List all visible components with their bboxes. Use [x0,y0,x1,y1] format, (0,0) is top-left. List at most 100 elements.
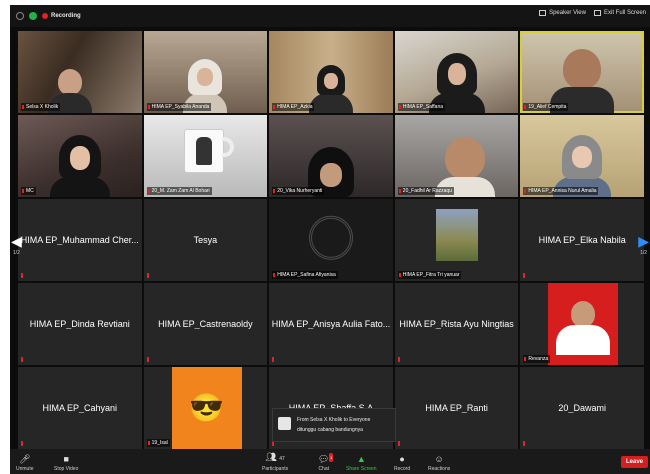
participant-tile[interactable]: HIMA EP_Muhammad Cher... [18,199,142,281]
share-screen-label: Share Screen [346,466,377,472]
exit-fullscreen-label: Exit Full Screen [603,10,646,16]
participant-name: HIMA EP_Fitra Tri yanuar [397,271,462,279]
grid-icon [539,10,547,16]
zoom-window: Recording Speaker View Exit Full Screen … [10,5,650,474]
participant-name: HIMA EP_Azkia [272,103,315,111]
muted-mic-icon [21,357,23,362]
participant-tile[interactable]: HIMA EP_Ranti [394,367,519,449]
participant-name-display: HIMA EP_Ranti [425,403,488,413]
participant-name: HIMA EP_Syabila Ananda [146,103,212,111]
participant-video [49,135,110,197]
chat-message: ditunggu cabang bandungnya [297,427,363,433]
participant-tile[interactable]: HIMA EP_Fitra Tri yanuar [394,199,519,281]
participant-tile[interactable]: HIMA EP_Anisya Aulia Fato... [269,283,393,365]
participant-tile[interactable]: HIMA EP_Rista Ayu Ningtias [394,283,519,365]
chat-label: Chat [318,466,329,472]
participant-name-display: HIMA EP_Dinda Revtiani [29,319,130,329]
participant-name: Revanza [523,355,551,363]
share-screen-icon: ▲ [356,454,366,464]
muted-mic-icon [523,441,526,446]
participants-button[interactable]: 👥︎ 47 Participants [262,453,289,473]
participant-tile[interactable]: HIMA EP_Cahyani [18,367,142,449]
stop-video-button[interactable]: ■ Stop Video [54,455,78,473]
muted-mic-icon [21,441,23,446]
participant-name: HIMA EP_Safina Afiyanisa [272,271,338,279]
security-shield-icon[interactable] [29,12,37,20]
participant-name: 19_Alief Cempita [523,103,569,111]
profile-picture: 😎 [171,367,242,449]
profile-picture [435,209,478,261]
participant-tile[interactable]: HIMA EP_Annisa Nurul Amalia [520,115,644,197]
exit-fullscreen-icon [593,10,601,16]
mic-muted-icon: 🎤︎ [19,454,31,464]
muted-mic-icon [397,357,400,362]
participant-tile[interactable]: HIMA EP_Dinda Revtiani [18,283,142,365]
muted-mic-icon [397,441,400,446]
previous-page-button[interactable]: ◀ 1/2 [11,233,22,256]
participant-tile[interactable]: 20_Dawami [520,367,644,449]
participant-name-display: HIMA EP_Castrenaoldy [158,319,253,329]
participant-tile-active-speaker[interactable]: 19_Alief Cempita [520,31,644,113]
profile-logo-icon [308,215,353,260]
share-screen-button[interactable]: ▲ Share Screen [346,454,377,473]
participant-tile[interactable]: 20_Fadhil Ar Razzaqu [394,115,519,197]
participant-tile[interactable]: Revanza [520,283,644,365]
unmute-button[interactable]: 🎤︎ Unmute [16,454,34,473]
participant-tile[interactable]: Tesya [143,199,268,281]
participant-video [308,65,353,113]
next-page-button[interactable]: ▶ 1/2 [638,233,649,256]
participant-tile[interactable]: HIMA EP_Castrenaoldy [143,283,268,365]
reactions-label: Reactions [428,466,451,472]
speaker-view-label: Speaker View [549,10,586,16]
chat-icon: 💬︎ 1 [318,453,334,464]
chat-avatar-icon [278,417,291,430]
chat-sender: From Selsa X Kholik to Everyone [297,417,371,423]
participant-name: 20_Fadhil Ar Razzaqu [397,187,454,195]
participant-tile[interactable]: 20_M. Zam Zam Al Bohari [143,115,268,197]
reactions-button[interactable]: ☺ Reactions [428,454,451,473]
participant-name-display: HIMA EP_Cahyani [42,403,118,413]
participant-name-display: 20_Dawami [558,403,606,413]
participant-tile[interactable]: HIMA EP_Saffana [394,31,519,113]
muted-mic-icon [272,357,275,362]
muted-mic-icon [21,273,23,278]
chevron-left-icon: ◀ [11,233,22,249]
gallery-grid: Selsa X Kholik HIMA EP_Syabila Ananda HI… [18,31,644,449]
page-indicator-right: 1/2 [640,250,648,256]
chat-unread-badge: 1 [329,453,334,462]
muted-mic-icon [523,273,526,278]
participant-name: HIMA EP_Saffana [397,103,446,111]
profile-picture [548,283,619,365]
participant-tile[interactable]: MC [18,115,142,197]
meeting-toolbar: 🎤︎ Unmute ■ Stop Video 👥︎ 47 Participant… [10,449,650,474]
participants-label: Participants [262,466,289,472]
participant-tile[interactable]: HIMA EP_Safina Afiyanisa [269,199,393,281]
info-icon[interactable] [16,12,24,20]
unmute-label: Unmute [16,466,34,472]
participant-name: HIMA EP_Annisa Nurul Amalia [523,187,599,195]
participant-name-display: Tesya [193,235,218,245]
reactions-icon: ☺ [434,454,444,464]
participant-tile[interactable]: HIMA EP_Syabila Ananda [143,31,268,113]
participant-tile[interactable]: Selsa X Kholik [18,31,142,113]
photo-torso [556,325,611,355]
recording-indicator[interactable]: Recording [42,13,81,19]
participant-name-display: HIMA EP_Rista Ayu Ningtias [399,319,514,329]
speaker-view-button[interactable]: Speaker View [539,10,586,16]
record-label: Record [394,466,411,472]
exit-fullscreen-button[interactable]: Exit Full Screen [593,10,646,16]
page-indicator-left: 1/2 [12,250,20,256]
participant-tile[interactable]: 😎 19_Isal [143,367,268,449]
participant-tile[interactable]: HIMA EP_Azkia [269,31,393,113]
participant-name-display: HIMA EP_Elka Nabila [538,235,626,245]
mug-figure [195,137,212,165]
chat-notification[interactable]: From Selsa X Kholik to Everyone ditunggu… [272,408,396,442]
record-button[interactable]: ● Record [394,455,411,473]
chevron-right-icon: ▶ [638,233,649,249]
chat-button[interactable]: 💬︎ 1 Chat [318,453,334,472]
record-dot-icon [42,13,48,19]
participant-tile[interactable]: 20_Vika Nurheryanti [269,115,393,197]
participants-count: 47 [279,456,285,462]
participant-tile[interactable]: HIMA EP_Elka Nabila [520,199,644,281]
leave-button[interactable]: Leave [620,456,648,468]
